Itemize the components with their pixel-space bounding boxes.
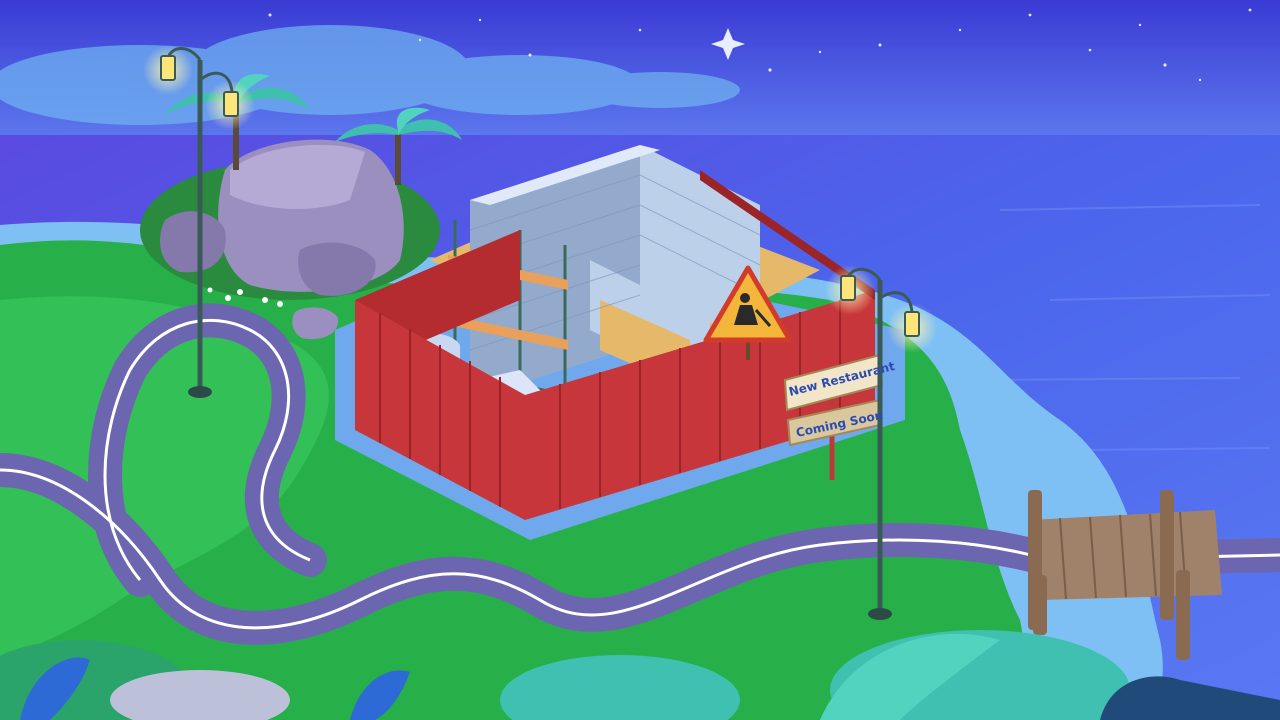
game-map-scene[interactable]: New Restaurant Coming Soon <box>0 0 1280 720</box>
scene-canvas: New Restaurant Coming Soon <box>0 0 1280 720</box>
